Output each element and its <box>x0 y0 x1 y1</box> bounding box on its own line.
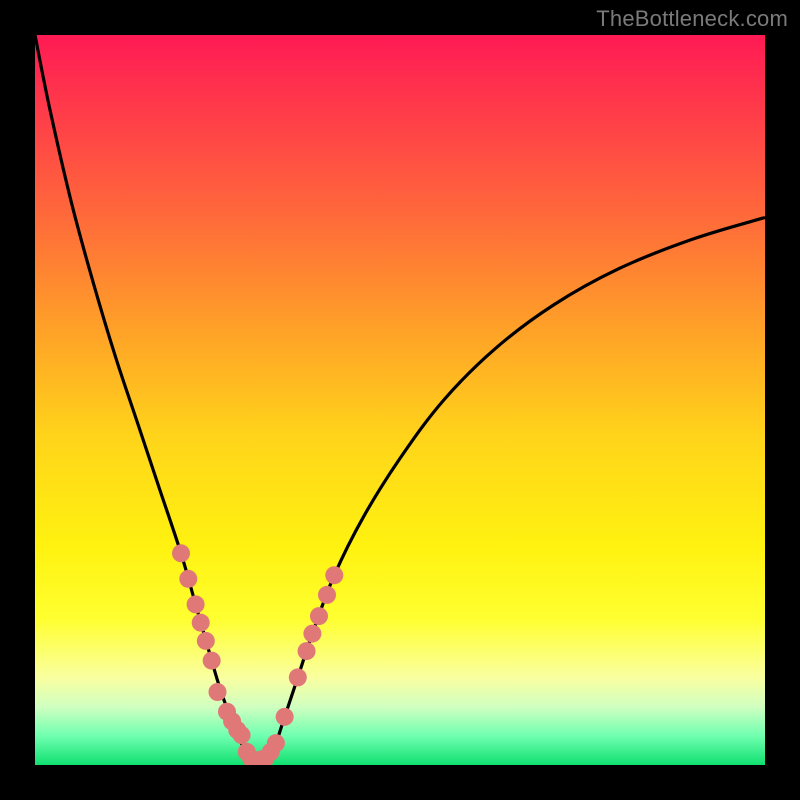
data-point <box>289 668 307 686</box>
data-point <box>187 595 205 613</box>
data-point <box>267 734 285 752</box>
data-point <box>172 544 190 562</box>
data-point <box>276 708 294 726</box>
data-point <box>233 726 251 744</box>
dot-layer <box>172 544 343 765</box>
data-point <box>298 642 316 660</box>
data-point <box>209 683 227 701</box>
data-point <box>303 625 321 643</box>
chart-svg <box>35 35 765 765</box>
data-point <box>192 614 210 632</box>
data-point <box>310 607 328 625</box>
bottleneck-curve <box>35 35 765 762</box>
data-point <box>325 566 343 584</box>
outer-frame: TheBottleneck.com <box>0 0 800 800</box>
data-point <box>179 570 197 588</box>
plot-area <box>35 35 765 765</box>
watermark-text: TheBottleneck.com <box>596 6 788 32</box>
data-point <box>318 586 336 604</box>
data-point <box>203 652 221 670</box>
data-point <box>197 632 215 650</box>
